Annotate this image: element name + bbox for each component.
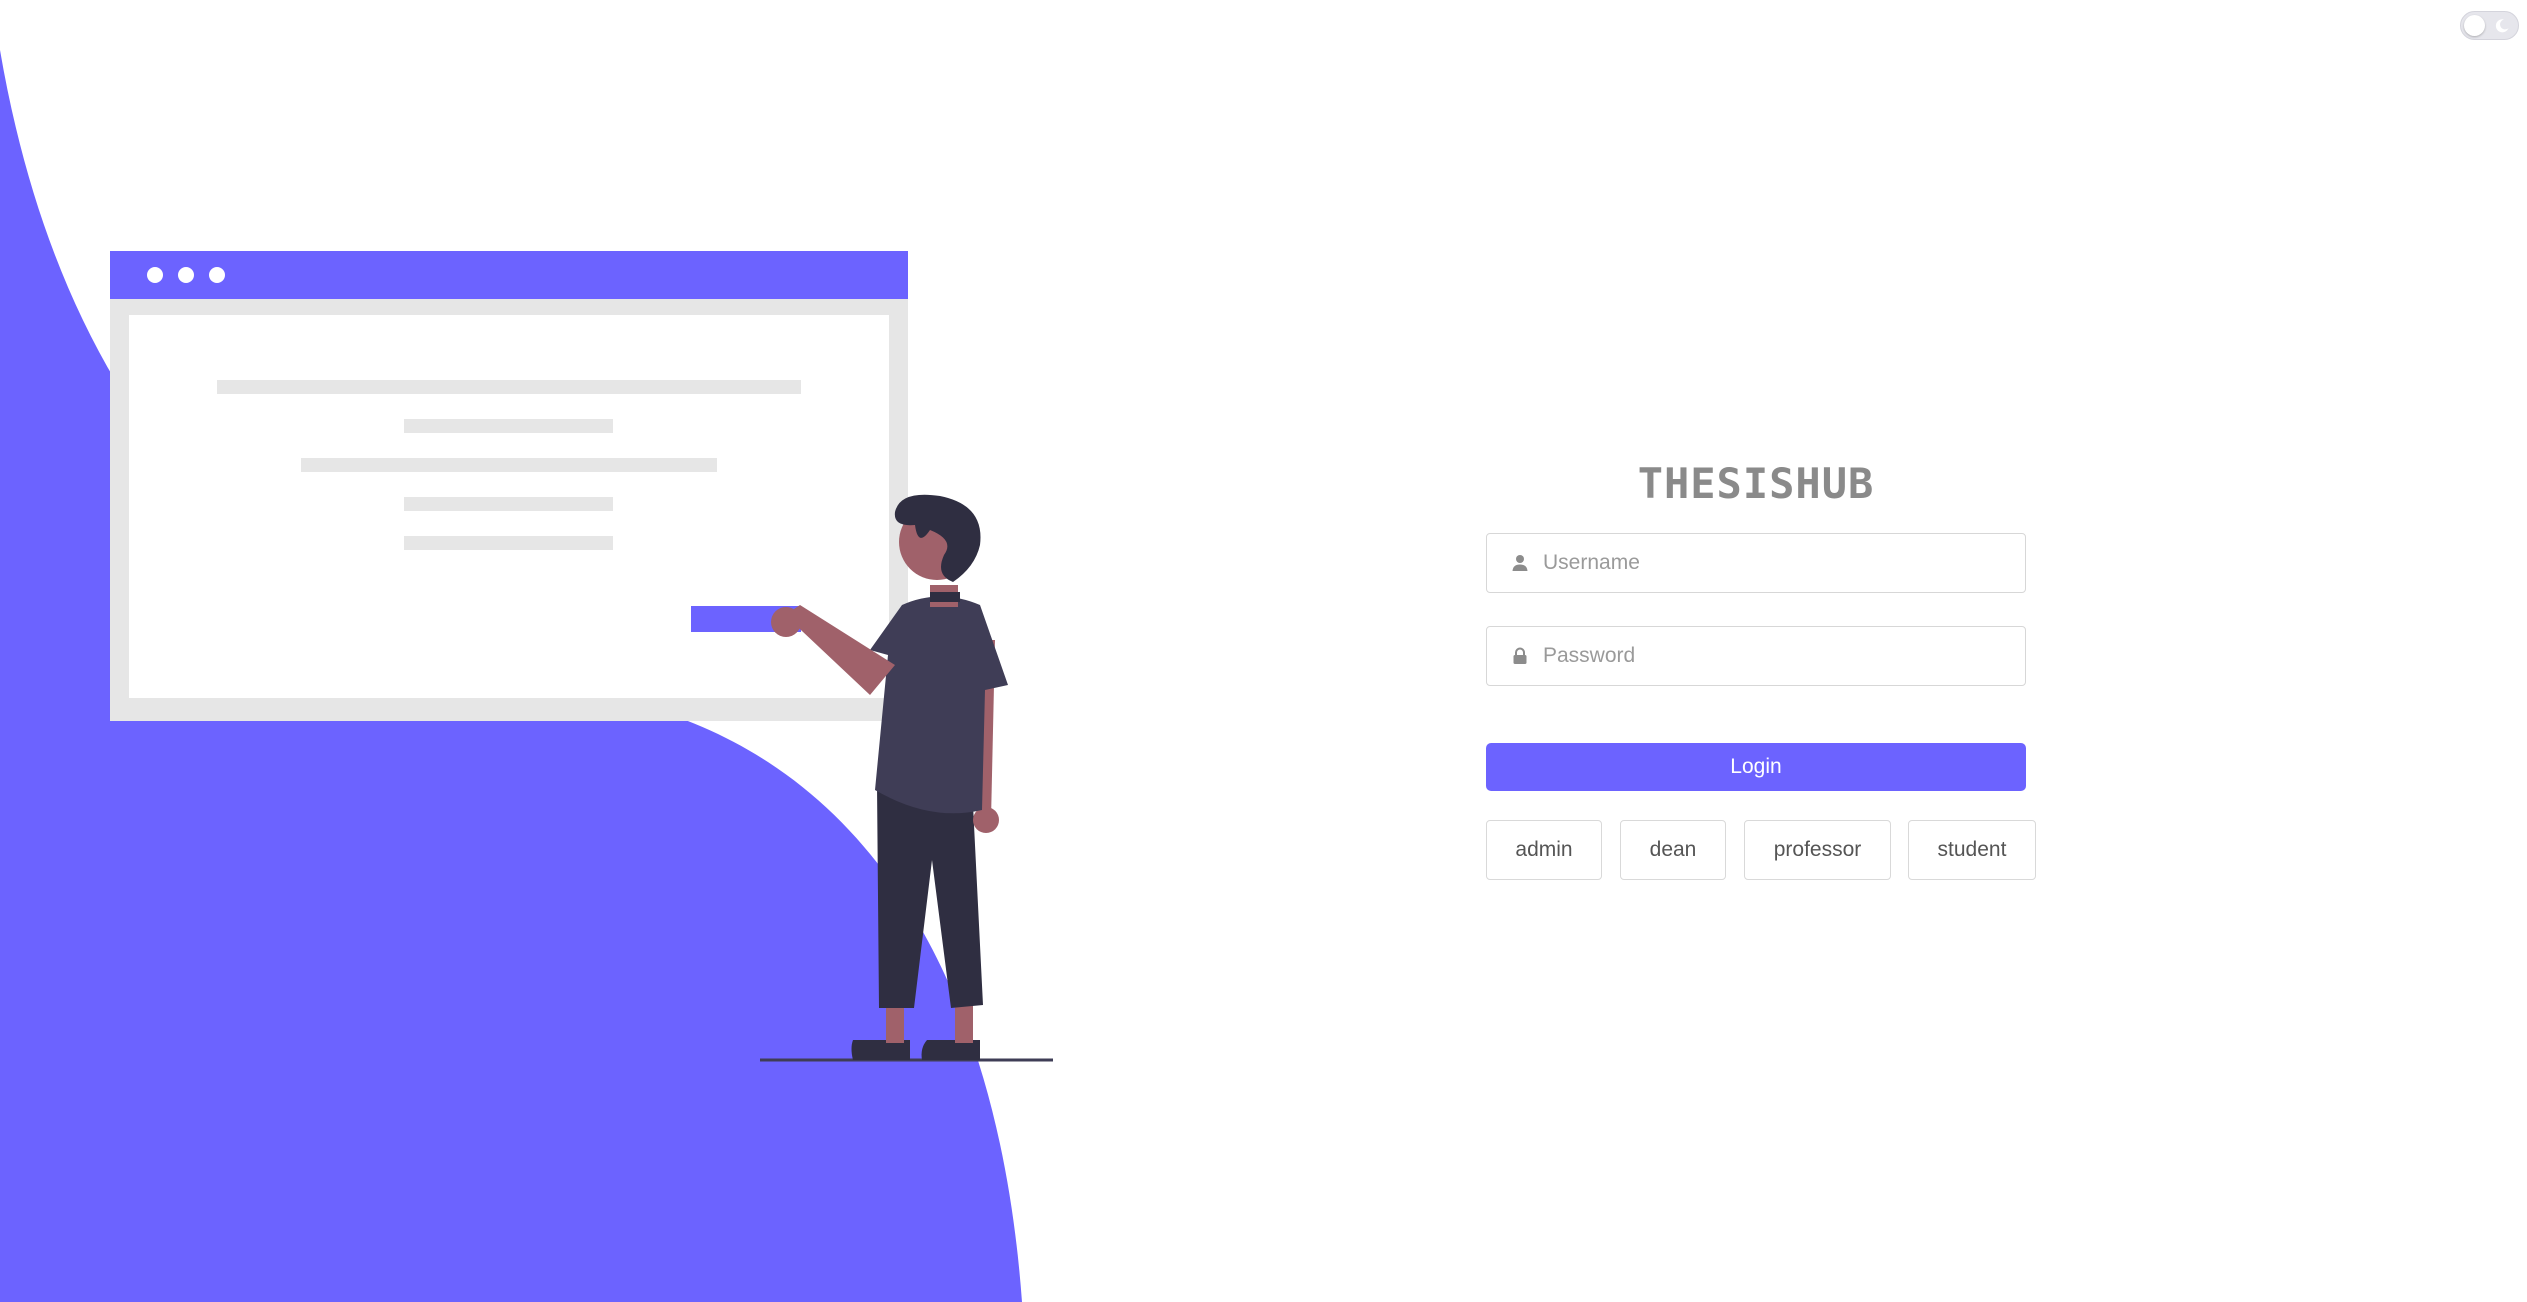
theme-toggle[interactable]: [2460, 11, 2519, 40]
brand-title: THESISHUB: [1637, 459, 1875, 508]
quick-login-student-button[interactable]: student: [1908, 820, 2036, 880]
toggle-knob: [2464, 15, 2485, 36]
login-illustration: [110, 251, 1053, 1062]
lock-icon: [1513, 647, 1527, 664]
password-field[interactable]: [1486, 626, 2026, 686]
quick-login-dean-button[interactable]: dean: [1620, 820, 1726, 880]
login-page: THESISHUB Login admin dean professor stu…: [0, 0, 2527, 1302]
login-button[interactable]: Login: [1486, 743, 2026, 791]
quick-login-admin-button[interactable]: admin: [1486, 820, 1602, 880]
browser-window-illustration: [110, 251, 908, 721]
moon-icon: [2495, 19, 2509, 33]
quick-login-professor-button[interactable]: professor: [1744, 820, 1891, 880]
password-input[interactable]: [1543, 627, 2025, 685]
username-field[interactable]: [1486, 533, 2026, 593]
username-input[interactable]: [1543, 534, 2025, 592]
user-icon: [1512, 555, 1528, 571]
